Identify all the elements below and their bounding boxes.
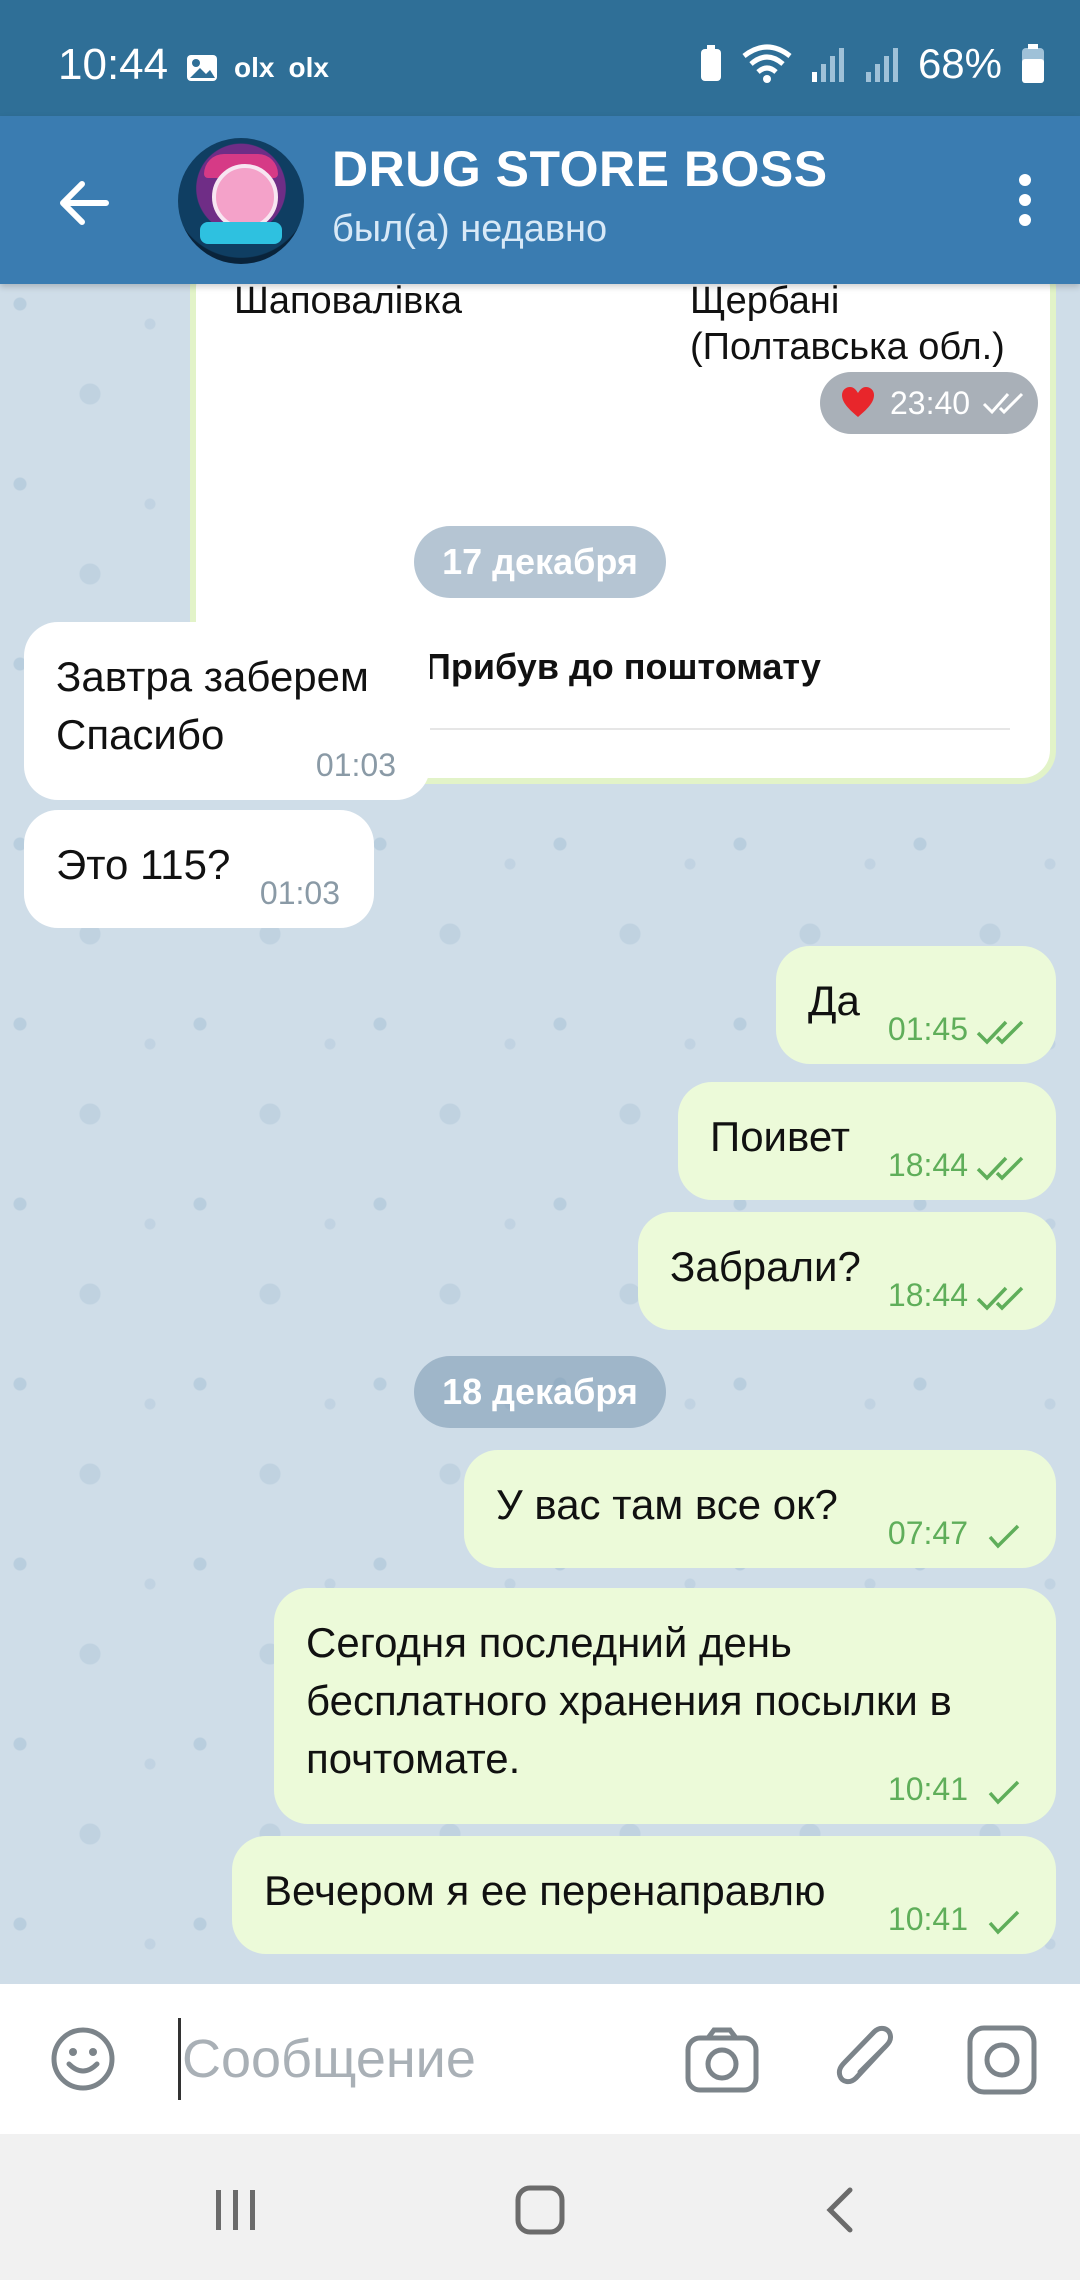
chevron-left-icon bbox=[826, 2187, 853, 2233]
status-time: 10:44 bbox=[58, 40, 169, 89]
message-outgoing[interactable]: Сегодня последний день бесплатного хране… bbox=[274, 1588, 1056, 1824]
message-text: Да bbox=[808, 977, 860, 1024]
text-cursor bbox=[178, 2018, 181, 2100]
message-outgoing[interactable]: Да 01:45 bbox=[776, 946, 1056, 1064]
message-time: 01:45 bbox=[887, 1011, 968, 1047]
message-input[interactable]: Сообщение bbox=[182, 2028, 476, 2090]
message-text: Забрали? bbox=[670, 1243, 861, 1290]
recent-apps-button[interactable] bbox=[206, 2180, 266, 2240]
double-check-icon bbox=[976, 1156, 1024, 1181]
signal-icon bbox=[864, 44, 900, 84]
message-time: 10:41 bbox=[887, 1901, 968, 1937]
message-incoming[interactable]: Это 115? 01:03 bbox=[24, 810, 374, 928]
message-time: 01:03 bbox=[315, 747, 396, 783]
chat-title[interactable]: DRUG STORE BOSS bbox=[332, 140, 828, 198]
system-navigation-bar bbox=[0, 2134, 1080, 2280]
message-outgoing[interactable]: Забрали? 18:44 bbox=[638, 1212, 1056, 1330]
message-time: 18:44 bbox=[887, 1277, 968, 1313]
smiley-icon bbox=[51, 2027, 115, 2091]
message-composer: Сообщение bbox=[0, 1984, 1080, 2134]
message-time: 18:44 bbox=[887, 1147, 968, 1183]
recents-icon bbox=[216, 2190, 255, 2230]
check-icon bbox=[988, 1910, 1020, 1935]
battery-saver-icon bbox=[698, 44, 724, 84]
reaction-time: 23:40 bbox=[890, 384, 971, 421]
olx-icon: olx bbox=[288, 52, 329, 83]
parcel-from-city: Шаповалівка bbox=[234, 284, 462, 322]
instant-camera-icon bbox=[967, 2025, 1037, 2095]
signal-icon bbox=[810, 44, 846, 84]
paperclip-icon bbox=[836, 2025, 893, 2085]
check-icon bbox=[988, 1524, 1020, 1549]
home-button[interactable] bbox=[510, 2180, 570, 2240]
arrow-left-icon bbox=[60, 181, 109, 225]
message-time: 07:47 bbox=[887, 1515, 968, 1551]
more-vertical-icon bbox=[1019, 174, 1031, 226]
image-icon bbox=[184, 50, 220, 86]
camera-icon bbox=[685, 2027, 759, 2093]
reaction-badge[interactable]: 23:40 bbox=[820, 372, 1038, 434]
emoji-button[interactable] bbox=[50, 2026, 116, 2092]
video-message-button[interactable] bbox=[964, 2022, 1040, 2098]
message-text: Поивет bbox=[710, 1113, 851, 1160]
date-separator: 17 декабря bbox=[414, 526, 666, 598]
message-incoming[interactable]: Завтра заберем Спасибо 01:03 bbox=[24, 622, 430, 800]
battery-icon bbox=[1020, 43, 1046, 85]
back-nav-button[interactable] bbox=[812, 2180, 872, 2240]
message-time: 10:41 bbox=[887, 1771, 968, 1807]
date-separator: 18 декабря bbox=[414, 1356, 666, 1428]
double-check-icon bbox=[976, 1286, 1024, 1311]
attach-button[interactable] bbox=[830, 2020, 900, 2100]
message-text: У вас там все ок? bbox=[496, 1481, 838, 1528]
status-right-icons: 68% bbox=[698, 40, 1046, 88]
battery-percent: 68% bbox=[917, 40, 1002, 87]
chat-messages[interactable]: Шаповалівка Щербані (Полтавська обл.) Пр… bbox=[0, 284, 1080, 1984]
chat-header: DRUG STORE BOSS был(а) недавно bbox=[0, 116, 1080, 284]
camera-button[interactable] bbox=[684, 2022, 760, 2098]
heart-icon bbox=[842, 387, 874, 417]
status-left-icons: olx olx bbox=[184, 50, 329, 86]
message-outgoing[interactable]: У вас там все ок? 07:47 bbox=[464, 1450, 1056, 1568]
avatar[interactable] bbox=[178, 138, 304, 264]
message-text: Это 115? bbox=[56, 841, 231, 888]
message-text: Сегодня последний день бесплатного хране… bbox=[306, 1619, 952, 1782]
status-bar: 10:44 olx olx 68% bbox=[0, 0, 1080, 116]
double-check-icon bbox=[983, 392, 1024, 415]
olx-icon: olx bbox=[234, 52, 275, 83]
message-outgoing[interactable]: Вечером я ее перенаправлю 10:41 bbox=[232, 1836, 1056, 1954]
check-icon bbox=[988, 1780, 1020, 1805]
double-check-icon bbox=[976, 1020, 1024, 1045]
wifi-icon bbox=[742, 44, 792, 84]
home-icon bbox=[515, 2185, 565, 2235]
back-button[interactable] bbox=[50, 168, 120, 238]
parcel-to-city: Щербані (Полтавська обл.) bbox=[690, 284, 1005, 368]
message-outgoing[interactable]: Поивет 18:44 bbox=[678, 1082, 1056, 1200]
message-time: 01:03 bbox=[259, 875, 340, 911]
message-text: Вечером я ее перенаправлю bbox=[264, 1867, 826, 1914]
more-menu-button[interactable] bbox=[1008, 170, 1042, 230]
chat-last-seen: был(а) недавно bbox=[332, 208, 608, 250]
